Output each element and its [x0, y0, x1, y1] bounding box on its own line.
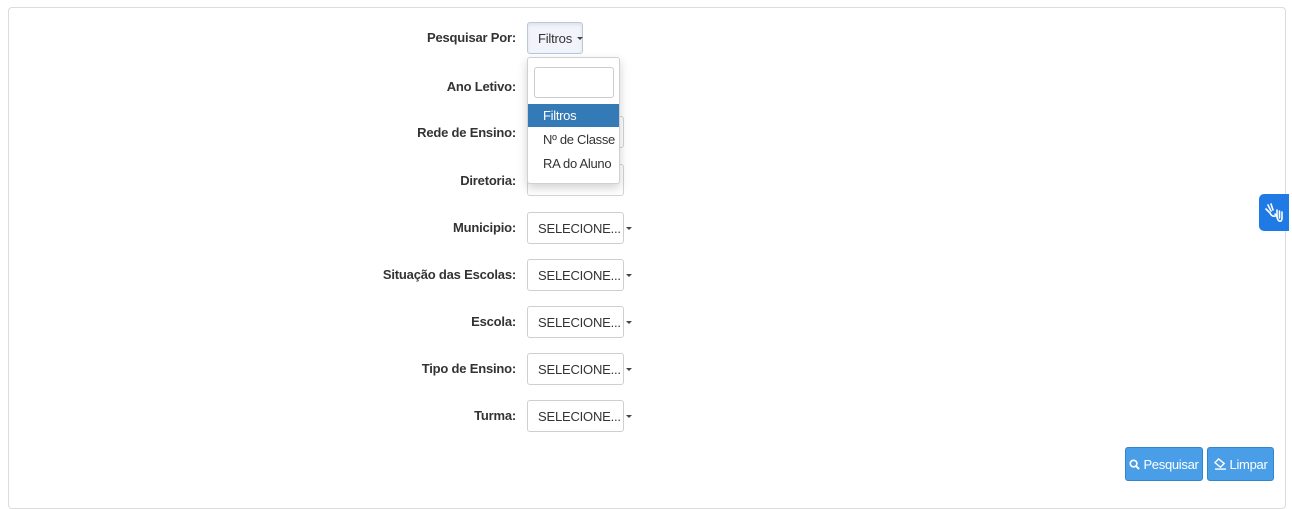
pesquisar-por-menu: Filtros Nº de Classe RA do Aluno: [527, 57, 620, 184]
row-ano-letivo: Ano Letivo:: [0, 71, 520, 103]
escola-value: SELECIONE...: [538, 314, 621, 330]
turma-value: SELECIONE...: [538, 408, 621, 424]
pesquisar-por-value: Filtros: [538, 30, 572, 46]
caret-down-icon: [625, 273, 632, 277]
caret-down-icon: [577, 36, 583, 40]
row-municipio: Municipio:: [0, 212, 520, 244]
row-pesquisar-por: Pesquisar Por:: [0, 22, 520, 54]
row-situacao: Situação das Escolas:: [0, 259, 520, 291]
municipio-dropdown[interactable]: SELECIONE...: [527, 212, 632, 244]
row-turma: Turma:: [0, 400, 520, 432]
row-rede-ensino: Rede de Ensino:: [0, 117, 520, 149]
escola-dropdown[interactable]: SELECIONE...: [527, 306, 632, 338]
eraser-icon: [1213, 458, 1226, 470]
turma-label: Turma:: [474, 408, 516, 423]
tipo-ensino-value: SELECIONE...: [538, 361, 621, 377]
menu-option-ra-aluno[interactable]: RA do Aluno: [528, 152, 619, 175]
row-tipo-ensino: Tipo de Ensino:: [0, 353, 520, 385]
caret-down-icon: [625, 414, 632, 418]
caret-down-icon: [625, 367, 632, 371]
sign-language-hands-icon: [1265, 202, 1283, 222]
accessibility-widget[interactable]: [1259, 194, 1289, 231]
situacao-value: SELECIONE...: [538, 267, 621, 283]
menu-option-filtros[interactable]: Filtros: [528, 104, 619, 127]
ano-letivo-label: Ano Letivo:: [446, 79, 516, 94]
limpar-button[interactable]: Limpar: [1207, 447, 1274, 481]
tipo-ensino-label: Tipo de Ensino:: [421, 361, 516, 376]
limpar-label: Limpar: [1229, 456, 1268, 472]
search-icon: [1129, 458, 1141, 470]
municipio-label: Municipio:: [453, 220, 516, 235]
pesquisar-button[interactable]: Pesquisar: [1125, 447, 1203, 481]
situacao-dropdown[interactable]: SELECIONE...: [527, 259, 632, 291]
rede-ensino-label: Rede de Ensino:: [417, 125, 516, 140]
menu-search-input[interactable]: [534, 67, 614, 98]
pesquisar-label: Pesquisar: [1143, 456, 1199, 472]
pesquisar-por-dropdown[interactable]: Filtros: [527, 22, 583, 54]
menu-option-numero-classe[interactable]: Nº de Classe: [528, 128, 619, 151]
diretoria-label: Diretoria:: [460, 173, 516, 188]
municipio-value: SELECIONE...: [538, 220, 621, 236]
turma-dropdown[interactable]: SELECIONE...: [527, 400, 632, 432]
escola-label: Escola:: [471, 314, 516, 329]
row-escola: Escola:: [0, 306, 520, 338]
row-diretoria: Diretoria:: [0, 165, 520, 197]
situacao-label: Situação das Escolas:: [382, 267, 516, 282]
tipo-ensino-dropdown[interactable]: SELECIONE...: [527, 353, 632, 385]
caret-down-icon: [625, 226, 632, 230]
pesquisar-por-label: Pesquisar Por:: [427, 30, 516, 45]
caret-down-icon: [625, 320, 632, 324]
